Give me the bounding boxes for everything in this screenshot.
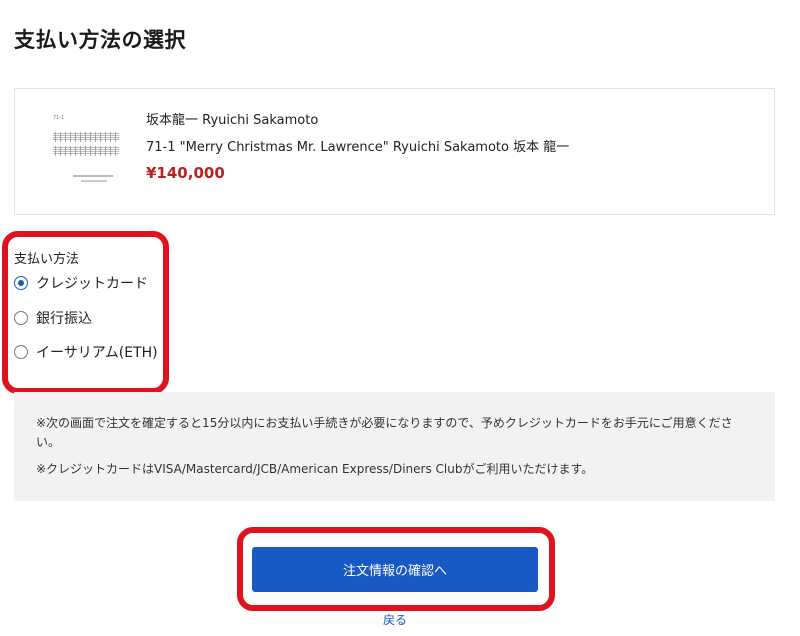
payment-option-bank-transfer[interactable]: 銀行振込 (14, 307, 92, 329)
notes (55, 132, 117, 142)
page-title: 支払い方法の選択 (14, 28, 186, 52)
sheet-music-thumbnail: 71-1 (45, 109, 125, 195)
product-artist: 坂本龍一 Ryuichi Sakamoto (146, 113, 319, 128)
back-link[interactable]: 戻る (0, 611, 790, 628)
payment-option-label: 銀行振込 (36, 311, 92, 327)
notice-line: ※クレジットカードはVISA/Mastercard/JCB/American E… (36, 462, 594, 476)
payment-method-label: 支払い方法 (14, 252, 80, 267)
notice-line: ※次の画面で注文を確定すると15分以内にお支払い手続きが必要になりますので、予め… (36, 416, 733, 449)
confirm-order-button[interactable]: 注文情報の確認へ (252, 547, 538, 592)
product-card: 71-1 坂本龍一 Ryuichi Sakamoto 71-1 "Merry C… (14, 88, 775, 215)
product-price: ¥140,000 (146, 164, 225, 182)
product-title: 71-1 "Merry Christmas Mr. Lawrence" Ryui… (146, 140, 570, 155)
thumbnail-caption (81, 180, 107, 182)
thumbnail-caption (73, 175, 113, 177)
thumbnail-number: 71-1 (53, 115, 65, 121)
notes (55, 146, 117, 156)
radio-button-selected[interactable] (14, 276, 28, 290)
payment-option-label: クレジットカード (36, 276, 148, 292)
payment-option-ethereum[interactable]: イーサリアム(ETH) (14, 341, 158, 363)
payment-option-label: イーサリアム(ETH) (36, 345, 158, 361)
payment-notice: ※次の画面で注文を確定すると15分以内にお支払い手続きが必要になりますので、予め… (14, 392, 775, 501)
radio-button[interactable] (14, 345, 28, 359)
radio-button[interactable] (14, 311, 28, 325)
payment-option-credit-card[interactable]: クレジットカード (14, 272, 148, 294)
